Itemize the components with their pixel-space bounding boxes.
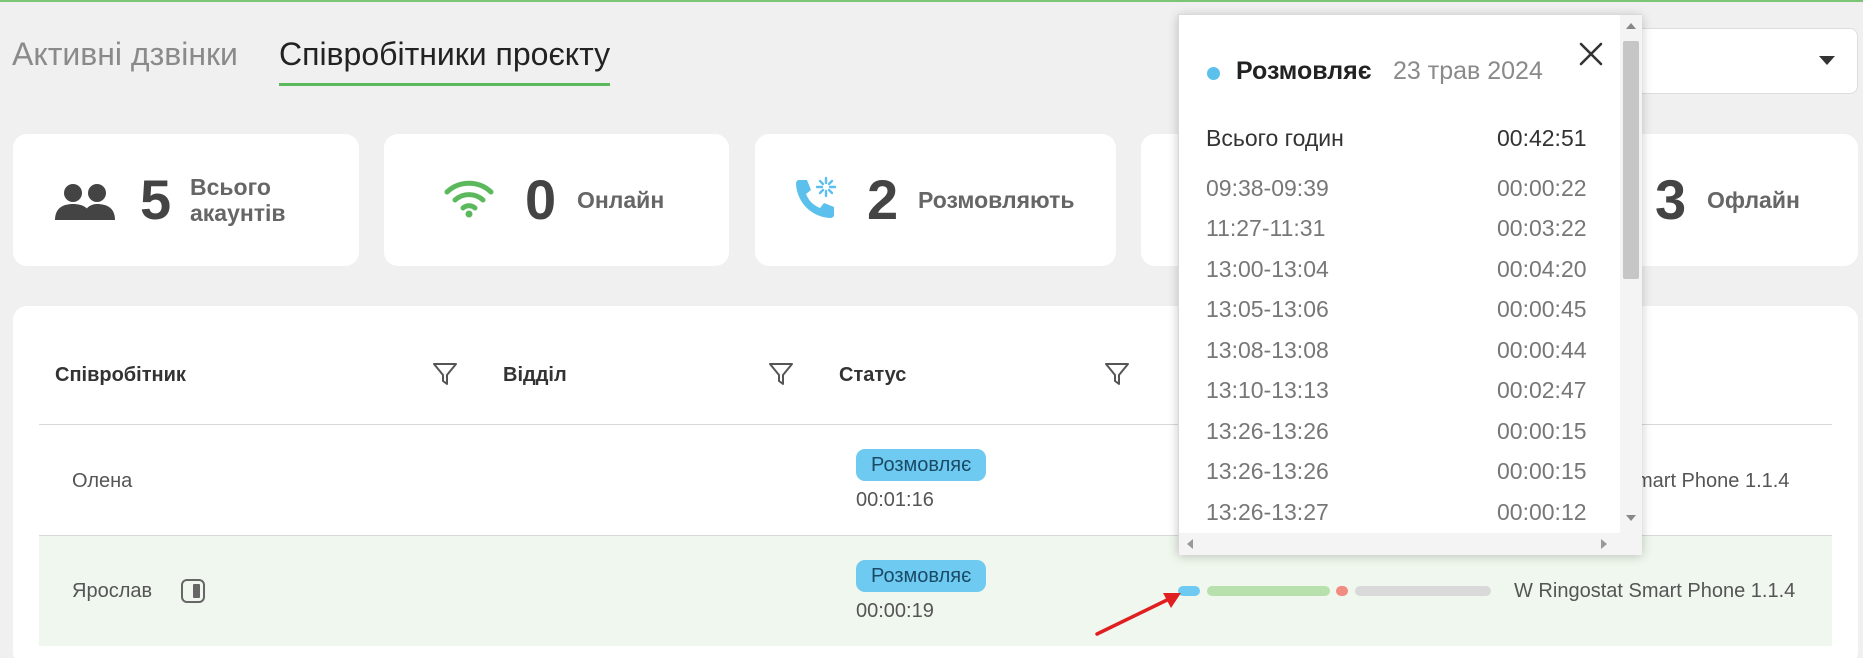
- timeline-missed-segment[interactable]: [1336, 586, 1348, 596]
- session-row: 13:08-13:08 00:00:44: [1206, 337, 1587, 377]
- online-label: Онлайн: [577, 187, 665, 213]
- talking-count: 2: [867, 168, 899, 231]
- session-duration: 00:00:44: [1497, 337, 1587, 363]
- session-time: 13:10-13:13: [1206, 377, 1329, 403]
- chevron-down-icon: [1819, 56, 1835, 65]
- phone-ringing-icon: [796, 176, 837, 218]
- timeline-offline-segment[interactable]: [1355, 586, 1491, 596]
- vertical-scrollbar[interactable]: [1620, 15, 1642, 533]
- scroll-right-arrow-icon[interactable]: [1601, 539, 1607, 549]
- session-duration: 00:03:22: [1497, 215, 1587, 241]
- talking-label: Розмовляють: [918, 187, 1075, 213]
- total-hours-value: 00:42:51: [1497, 125, 1587, 151]
- device-name: W Ringostat Smart Phone 1.1.4: [1514, 580, 1796, 602]
- status-dot: [1207, 67, 1220, 80]
- popup-date: 23 трав 2024: [1393, 57, 1543, 85]
- scrollbar-thumb[interactable]: [1623, 41, 1639, 279]
- status-badge: Розмовляє: [856, 560, 987, 592]
- session-row: 11:27-11:31 00:03:22: [1206, 215, 1587, 255]
- session-time: 09:38-09:39: [1206, 175, 1329, 201]
- stat-card-online: 0 Онлайн: [384, 134, 729, 266]
- scroll-up-arrow-icon[interactable]: [1626, 23, 1636, 29]
- stat-card-total: 5 Всього акаунтів: [13, 134, 359, 266]
- timeline-online-segment[interactable]: [1207, 586, 1330, 596]
- total-hours-label: Всього годин: [1206, 125, 1344, 151]
- session-time: 13:00-13:04: [1206, 256, 1329, 282]
- session-duration: 00:02:47: [1497, 377, 1587, 403]
- session-time: 13:26-13:26: [1206, 418, 1329, 444]
- session-duration: 00:04:20: [1497, 256, 1587, 282]
- total-label-line2: акаунтів: [190, 200, 286, 226]
- session-duration: 00:00:15: [1497, 458, 1587, 484]
- tab-project-employees[interactable]: Співробітники проєкту: [279, 34, 611, 86]
- filter-icon[interactable]: [431, 360, 459, 388]
- offline-label: Офлайн: [1707, 187, 1800, 213]
- session-duration: 00:00:15: [1497, 418, 1587, 444]
- session-time: 11:27-11:31: [1206, 215, 1326, 241]
- session-row: 13:05-13:06 00:00:45: [1206, 296, 1587, 336]
- filter-icon[interactable]: [767, 360, 795, 388]
- device-name: mart Phone 1.1.4: [1636, 470, 1790, 492]
- stat-card-talking: 2 Розмовляють: [755, 134, 1116, 266]
- status-history-popup: Розмовляє 23 трав 2024 Всього годин 00:4…: [1178, 14, 1642, 555]
- session-row: 13:10-13:13 00:02:47: [1206, 377, 1587, 417]
- popup-status: Розмовляє: [1236, 57, 1372, 85]
- arrow-annotation-icon: [1095, 593, 1181, 636]
- column-header-status: Статус: [839, 364, 907, 386]
- status-duration: 00:01:16: [856, 489, 934, 511]
- scroll-left-arrow-icon[interactable]: [1187, 539, 1193, 549]
- session-row: 13:26-13:26 00:00:15: [1206, 458, 1587, 498]
- employee-name: Ярослав: [72, 580, 153, 602]
- session-time: 13:26-13:26: [1206, 458, 1329, 484]
- horizontal-scrollbar[interactable]: [1179, 533, 1620, 555]
- session-duration: 00:00:22: [1497, 175, 1587, 201]
- tab-active-calls[interactable]: Активні дзвінки: [12, 34, 238, 74]
- session-time: 13:08-13:08: [1206, 337, 1329, 363]
- session-row: 09:38-09:39 00:00:22: [1206, 175, 1587, 215]
- column-header-department: Відділ: [503, 364, 567, 386]
- filter-icon[interactable]: [1103, 360, 1131, 388]
- users-icon: [55, 184, 115, 220]
- employee-name: Олена: [72, 470, 133, 492]
- wifi-icon: [444, 180, 494, 218]
- session-duration: 00:00:45: [1497, 296, 1587, 322]
- contrast-icon[interactable]: [180, 578, 206, 604]
- column-header-employee: Співробітник: [55, 364, 186, 386]
- offline-count: 3: [1655, 168, 1687, 231]
- close-icon[interactable]: [1576, 39, 1606, 69]
- scrollbar-corner: [1620, 533, 1642, 555]
- status-duration: 00:00:19: [856, 600, 934, 622]
- total-count: 5: [140, 168, 172, 231]
- session-row: 13:26-13:26 00:00:15: [1206, 418, 1587, 458]
- top-accent-line: [0, 0, 1863, 2]
- session-time: 13:26-13:27: [1206, 499, 1329, 525]
- total-label-line1: Всього: [190, 174, 271, 200]
- session-time: 13:05-13:06: [1206, 296, 1329, 322]
- status-badge: Розмовляє: [856, 449, 987, 481]
- session-row: 13:00-13:04 00:04:20: [1206, 256, 1587, 296]
- scroll-down-arrow-icon[interactable]: [1626, 515, 1636, 521]
- session-duration: 00:00:12: [1497, 499, 1587, 525]
- online-count: 0: [525, 168, 557, 231]
